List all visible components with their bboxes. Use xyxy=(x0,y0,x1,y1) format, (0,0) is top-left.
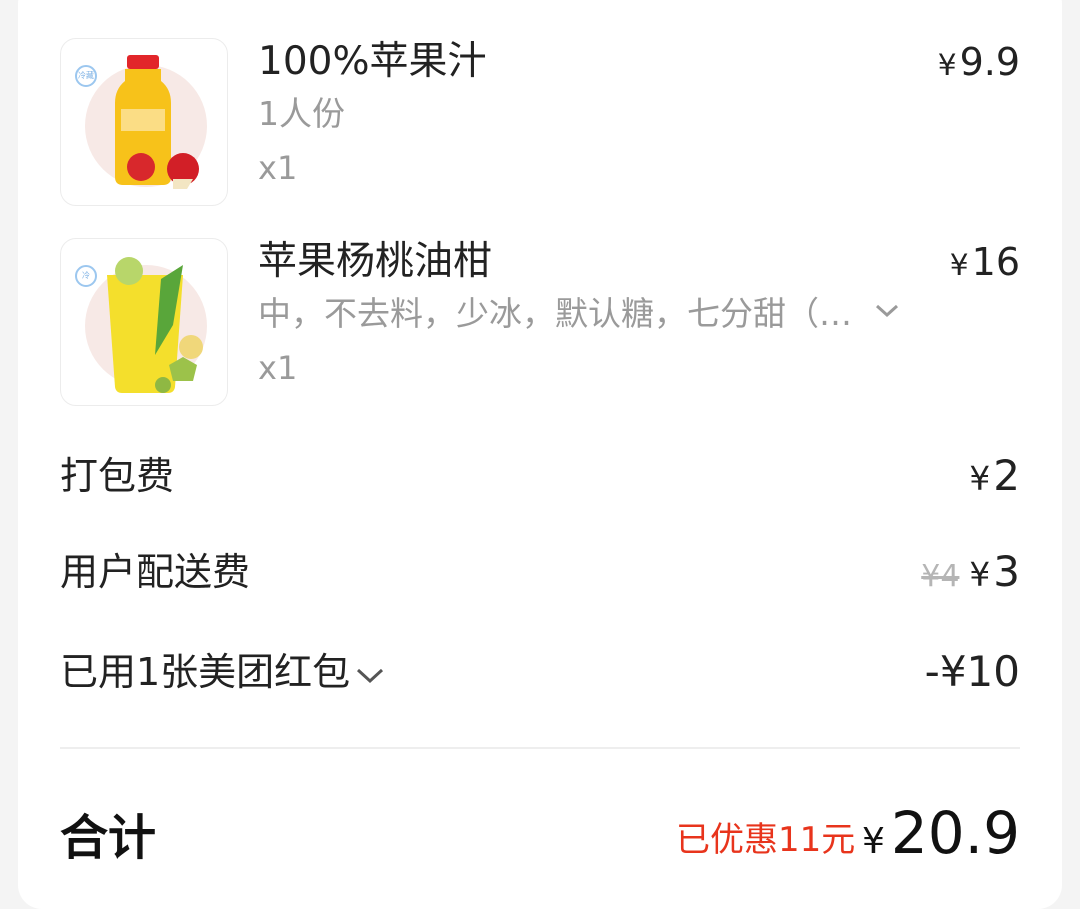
delivery-fee-label: 用户配送费 xyxy=(60,550,251,594)
juice-bottle-icon xyxy=(115,55,199,189)
chevron-down-icon[interactable] xyxy=(354,664,386,686)
order-item-fruit-tea[interactable]: 冷 苹果杨桃油柑 中，不去料，少冰，默认糖，七分甜（… x1 ¥16 xyxy=(60,238,1020,406)
delivery-fee-row: 用户配送费 ¥4 ¥3 xyxy=(60,542,1020,602)
expand-spec-chevron-down-icon[interactable] xyxy=(874,302,900,320)
delivery-original-price: ¥4 xyxy=(921,559,960,594)
item-quantity: x1 xyxy=(258,149,298,187)
divider xyxy=(60,747,1020,749)
order-summary-card: 冷藏 100%苹果汁 1人份 x1 ¥9.9 冷 苹果杨桃油柑 中，不去料，少冰… xyxy=(18,0,1062,909)
coupon-label[interactable]: 已用1张美团红包 xyxy=(60,642,386,702)
total-label: 合计 xyxy=(60,810,157,866)
delivery-fee-value: ¥4 ¥3 xyxy=(921,547,1020,596)
packaging-fee-value: ¥2 xyxy=(969,451,1020,500)
item-name: 100%苹果汁 xyxy=(258,39,487,84)
apple-juice-bottle-image: 冷藏 xyxy=(60,38,228,206)
item-price: ¥16 xyxy=(949,240,1020,284)
fruit-tea-cup-image: 冷 xyxy=(60,238,228,406)
item-quantity: x1 xyxy=(258,349,298,387)
coupon-discount-value: -¥10 xyxy=(924,647,1020,696)
packaging-fee-label: 打包费 xyxy=(60,454,175,498)
total-amount: ¥20.9 xyxy=(861,799,1020,867)
item-name: 苹果杨桃油柑 xyxy=(258,239,493,284)
saved-amount-text: 已优惠11元 xyxy=(676,820,856,860)
order-item-apple-juice[interactable]: 冷藏 100%苹果汁 1人份 x1 ¥9.9 xyxy=(60,38,1020,206)
tea-cup-icon xyxy=(107,257,203,393)
item-price: ¥9.9 xyxy=(937,40,1020,84)
coupon-row[interactable]: 已用1张美团红包 -¥10 xyxy=(60,642,1020,702)
packaging-fee-row: 打包费 ¥2 xyxy=(60,446,1020,506)
item-spec: 中，不去料，少冰，默认糖，七分甜（… xyxy=(258,294,852,333)
item-spec: 1人份 xyxy=(258,94,345,133)
